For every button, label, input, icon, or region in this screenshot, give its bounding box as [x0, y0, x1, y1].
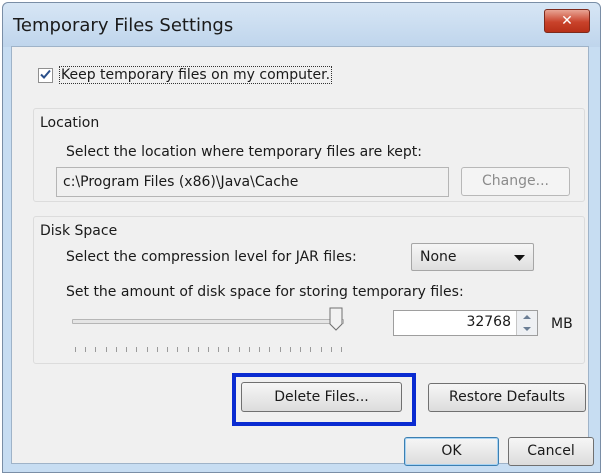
slider-tick [126, 347, 128, 352]
disk-space-group-title: Disk Space [40, 223, 118, 239]
slider-tick [177, 347, 179, 352]
slider-tick [187, 347, 189, 352]
cache-path-field: c:\Program Files (x86)\Java\Cache [56, 167, 449, 197]
close-button[interactable]: ✕ [544, 9, 590, 33]
slider-tick [105, 347, 107, 352]
slider-tick [341, 347, 342, 352]
keep-files-checkbox[interactable] [38, 67, 53, 83]
slider-tick [310, 347, 312, 352]
slider-tick [208, 347, 209, 352]
compression-label: Select the compression level for JAR fil… [66, 249, 357, 265]
slider-tick [218, 347, 220, 352]
slider-tick [300, 347, 302, 352]
spinner-down-button[interactable] [517, 323, 537, 335]
disk-space-slider-thumb[interactable] [329, 307, 343, 331]
chevron-down-icon [514, 255, 525, 261]
title-bar[interactable]: Temporary Files Settings ✕ [3, 3, 600, 47]
slider-tick [238, 347, 240, 352]
slider-tick [167, 347, 169, 352]
checkmark-icon [40, 69, 51, 79]
disk-space-spinner[interactable]: 32768 [393, 310, 538, 336]
slider-tick [289, 347, 291, 352]
spinner-buttons [516, 311, 537, 335]
disk-amount-label: Set the amount of disk space for storing… [66, 284, 464, 300]
slider-tick [269, 347, 271, 352]
slider-tick [248, 347, 250, 352]
slider-ticks [75, 347, 342, 353]
keep-files-row[interactable]: Keep temporary files on my computer. [38, 66, 333, 84]
slider-tick [75, 347, 76, 352]
slider-tick [330, 347, 332, 352]
slider-tick [156, 347, 158, 352]
slider-tick [115, 347, 117, 352]
slider-tick [279, 347, 281, 352]
location-group-title: Location [40, 115, 100, 131]
ok-button[interactable]: OK [404, 437, 499, 466]
slider-tick [320, 347, 322, 352]
unit-label: MB [551, 316, 573, 332]
cancel-button[interactable]: Cancel [508, 437, 594, 466]
slider-tick [85, 347, 87, 352]
slider-tick [136, 347, 138, 352]
keep-files-label: Keep temporary files on my computer. [59, 66, 333, 84]
location-description: Select the location where temporary file… [66, 144, 423, 160]
compression-dropdown[interactable]: None [411, 243, 534, 271]
compression-value: None [420, 249, 457, 265]
caret-up-icon [523, 315, 531, 319]
disk-space-value[interactable]: 32768 [466, 314, 511, 330]
slider-tick [197, 347, 199, 352]
dialog-title: Temporary Files Settings [13, 15, 234, 36]
disk-space-slider-track[interactable] [72, 319, 344, 324]
restore-defaults-button[interactable]: Restore Defaults [428, 383, 586, 412]
highlight-box [232, 373, 416, 426]
slider-tick [228, 347, 230, 352]
close-icon: ✕ [561, 13, 573, 29]
slider-tick [146, 347, 148, 352]
change-button[interactable]: Change... [461, 167, 570, 196]
slider-tick [95, 347, 97, 352]
slider-tick [259, 347, 261, 352]
caret-down-icon [523, 327, 531, 331]
